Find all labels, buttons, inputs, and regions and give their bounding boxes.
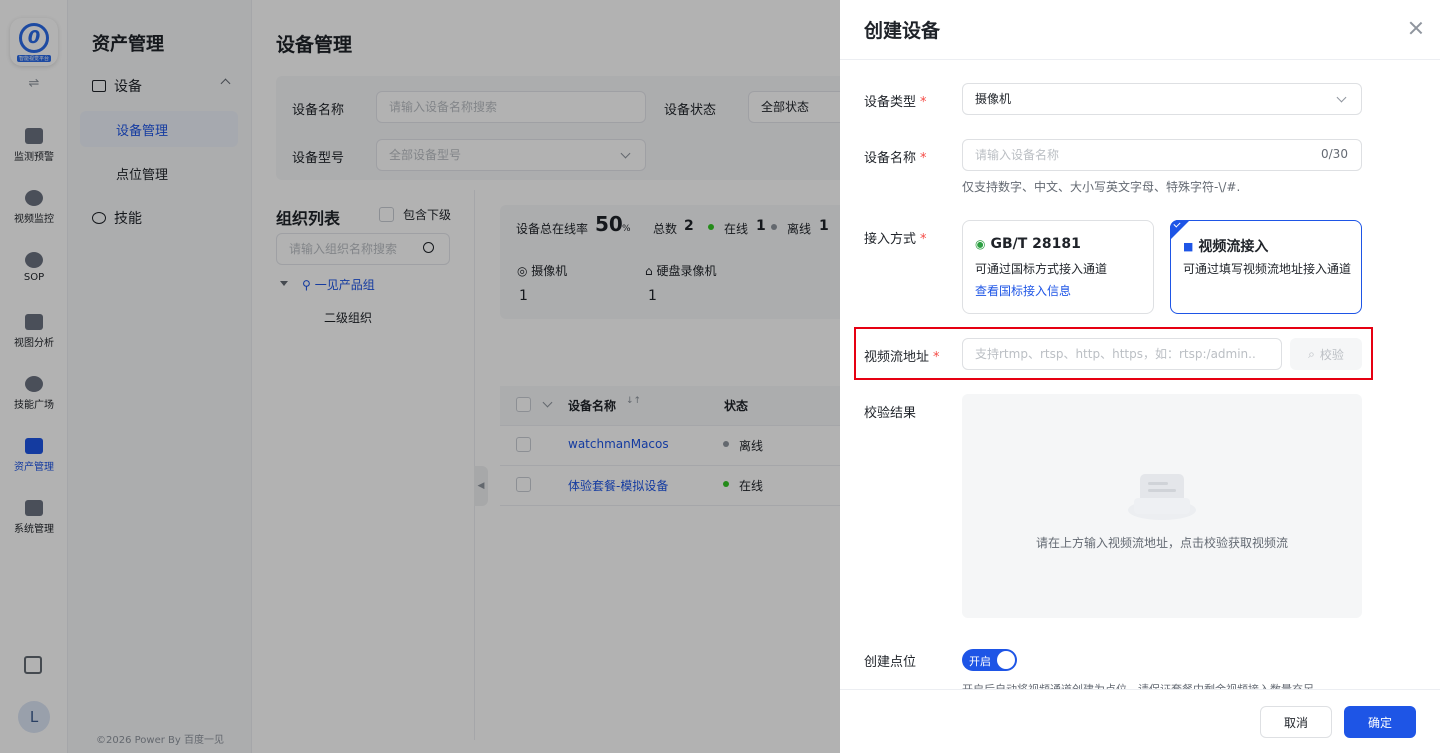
confirm-button[interactable]: 确定 — [1344, 706, 1416, 738]
device-type-label: 设备类型 * — [864, 91, 927, 110]
card-desc: 可通过填写视频流地址接入通道 — [1183, 262, 1352, 276]
gb-info-link[interactable]: 查看国标接入信息 — [975, 282, 1071, 299]
cancel-button[interactable]: 取消 — [1260, 706, 1332, 738]
device-name-hint: 仅支持数字、中文、大小写英文字母、特殊字符-\/#. — [962, 180, 1241, 194]
highlight-box — [854, 327, 1373, 380]
card-title-text: GB/T 28181 — [990, 236, 1081, 252]
result-label: 校验结果 — [864, 406, 917, 421]
required-mark: * — [920, 151, 927, 166]
device-name-input[interactable]: 请输入设备名称 — [962, 139, 1362, 171]
device-type-select[interactable]: 摄像机 — [962, 83, 1362, 115]
card-title-text: 视频流接入 — [1198, 239, 1269, 255]
access-method-label: 接入方式 * — [864, 228, 927, 247]
gb-icon: ◉ — [975, 237, 986, 251]
drawer-title: 创建设备 — [864, 20, 941, 42]
empty-state-icon — [1128, 474, 1196, 520]
required-mark: * — [920, 232, 927, 247]
modal-mask[interactable] — [0, 0, 840, 753]
video-icon: ■ — [1183, 239, 1194, 253]
access-method-label-text: 接入方式 — [864, 232, 917, 247]
toggle-knob — [997, 651, 1015, 669]
create-point-label: 创建点位 — [864, 655, 917, 670]
drawer-divider — [840, 59, 1440, 60]
card-title: ◉ GB/T 28181 — [975, 236, 1081, 252]
device-name-label: 设备名称 * — [864, 147, 927, 166]
device-type-label-text: 设备类型 — [864, 95, 917, 110]
card-title: ■ 视频流接入 — [1183, 236, 1268, 256]
required-mark: * — [920, 95, 927, 110]
card-desc: 可通过国标方式接入通道 — [975, 262, 1108, 276]
device-name-label-text: 设备名称 — [864, 151, 917, 166]
toggle-label: 开启 — [969, 655, 991, 668]
char-counter: 0/30 — [1321, 147, 1348, 161]
close-icon[interactable] — [1408, 20, 1424, 36]
result-empty-text: 请在上方输入视频流地址，点击校验获取视频流 — [1035, 536, 1288, 550]
